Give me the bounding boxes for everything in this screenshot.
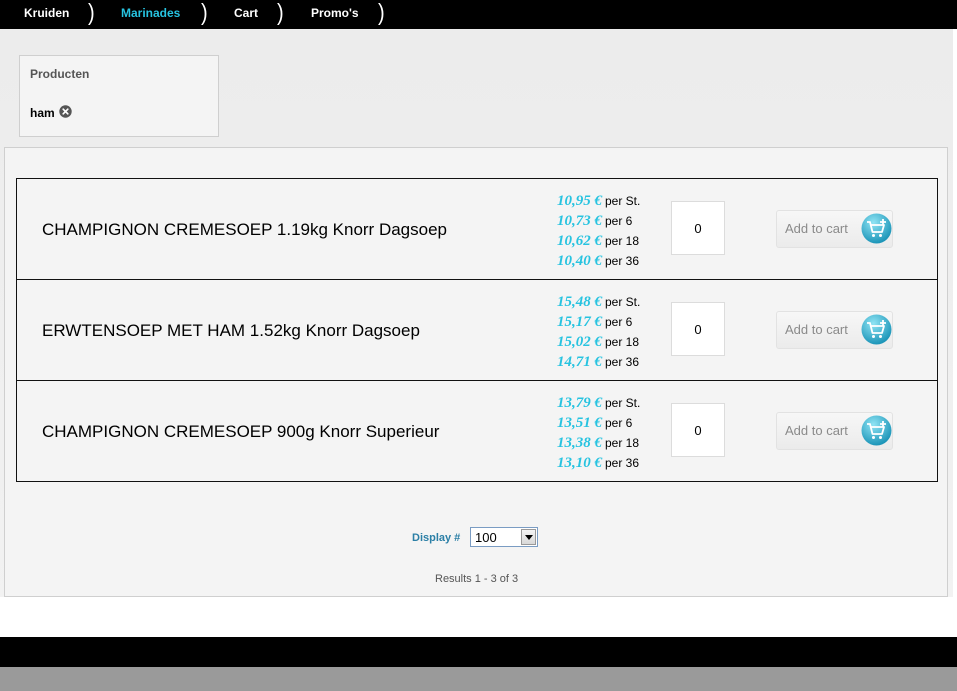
price-unit: per 36	[605, 254, 640, 268]
price-tier: 15,17 € per 6	[537, 312, 639, 332]
price-unit: per 18	[605, 436, 640, 450]
cart-plus-icon	[861, 415, 892, 446]
price-unit: per 6	[605, 416, 633, 430]
price-tiers: 13,79 € per St. 13,51 € per 6 13,38 € per 1…	[537, 393, 641, 473]
quantity-input[interactable]	[671, 201, 725, 255]
price-value: 13,10 €	[557, 455, 602, 471]
chevron-down-icon[interactable]	[521, 529, 536, 545]
price-tier: 15,02 € per 18	[537, 332, 639, 352]
display-count-label: Display #	[412, 532, 461, 544]
price-unit: per 36	[605, 355, 640, 369]
price-unit: per 36	[605, 456, 640, 470]
price-tier: 10,73 € per 6	[537, 211, 639, 231]
price-tier: 13,38 € per 18	[537, 433, 639, 453]
filter-title: Producten	[30, 67, 90, 81]
add-to-cart-button[interactable]: Add to cart	[776, 412, 893, 450]
price-value: 10,62 €	[557, 233, 602, 249]
price-unit: per 18	[605, 234, 640, 248]
cart-plus-icon	[861, 213, 892, 244]
nav-item-kruiden[interactable]: Kruiden	[24, 0, 69, 29]
add-to-cart-label: Add to cart	[785, 322, 848, 337]
product-row: CHAMPIGNON CREMESOEP 1.19kg Knorr Dagsoe…	[17, 179, 937, 279]
price-unit: per St.	[605, 396, 641, 410]
price-tier: 15,48 € per St.	[537, 292, 641, 312]
product-name[interactable]: CHAMPIGNON CREMESOEP 1.19kg Knorr Dagsoe…	[42, 220, 447, 240]
price-unit: per 6	[605, 315, 633, 329]
product-row: CHAMPIGNON CREMESOEP 900g Knorr Superieu…	[17, 381, 937, 481]
footer-bar	[0, 637, 957, 667]
add-to-cart-button[interactable]: Add to cart	[776, 311, 893, 349]
product-row: ERWTENSOEP MET HAM 1.52kg Knorr Dagsoep …	[17, 280, 937, 380]
product-name[interactable]: CHAMPIGNON CREMESOEP 900g Knorr Superieu…	[42, 422, 439, 442]
nav-item-promos[interactable]: Promo's	[311, 0, 359, 29]
price-tiers: 10,95 € per St. 10,73 € per 6 10,62 € per 1…	[537, 191, 641, 271]
price-tier: 10,95 € per St.	[537, 191, 641, 211]
footer-bottom	[0, 667, 957, 691]
price-value: 13,79 €	[557, 395, 602, 411]
price-value: 13,38 €	[557, 435, 602, 451]
nav-separator: )	[378, 0, 385, 26]
price-tier: 10,40 € per 36	[537, 251, 639, 271]
product-name[interactable]: ERWTENSOEP MET HAM 1.52kg Knorr Dagsoep	[42, 321, 420, 341]
nav-separator: )	[201, 0, 208, 26]
page-edge	[953, 29, 957, 637]
cart-plus-icon	[861, 314, 892, 345]
price-tier: 13,10 € per 36	[537, 453, 639, 473]
product-table: CHAMPIGNON CREMESOEP 1.19kg Knorr Dagsoe…	[16, 178, 938, 482]
add-to-cart-label: Add to cart	[785, 423, 848, 438]
price-value: 10,73 €	[557, 213, 602, 229]
price-value: 13,51 €	[557, 415, 602, 431]
filter-chip-label: ham	[30, 106, 55, 120]
price-value: 15,02 €	[557, 334, 602, 350]
price-value: 15,17 €	[557, 314, 602, 330]
add-to-cart-button[interactable]: Add to cart	[776, 210, 893, 248]
price-unit: per 6	[605, 214, 633, 228]
price-tier: 14,71 € per 36	[537, 352, 639, 372]
price-value: 10,95 €	[557, 193, 602, 209]
display-count-value: 100	[475, 530, 497, 545]
price-tier: 13,51 € per 6	[537, 413, 639, 433]
nav-separator: )	[277, 0, 284, 26]
price-unit: per 18	[605, 335, 640, 349]
price-tier: 13,79 € per St.	[537, 393, 641, 413]
footer-spacer	[0, 597, 957, 637]
quantity-input[interactable]	[671, 403, 725, 457]
results-panel: CHAMPIGNON CREMESOEP 1.19kg Knorr Dagsoe…	[4, 147, 948, 597]
price-tier: 10,62 € per 18	[537, 231, 639, 251]
top-nav-bar: Kruiden ) Marinades ) Cart ) Promo's )	[0, 0, 957, 29]
price-unit: per St.	[605, 295, 641, 309]
price-value: 10,40 €	[557, 253, 602, 269]
price-unit: per St.	[605, 194, 641, 208]
add-to-cart-label: Add to cart	[785, 221, 848, 236]
nav-separator: )	[88, 0, 95, 26]
price-value: 15,48 €	[557, 294, 602, 310]
close-circle-icon[interactable]	[59, 105, 72, 118]
price-tiers: 15,48 € per St. 15,17 € per 6 15,02 € per 1…	[537, 292, 641, 372]
nav-item-marinades[interactable]: Marinades	[121, 0, 180, 29]
price-value: 14,71 €	[557, 354, 602, 370]
results-count: Results 1 - 3 of 3	[435, 573, 519, 585]
display-count-select[interactable]: 100	[470, 527, 538, 547]
quantity-input[interactable]	[671, 302, 725, 356]
nav-item-cart[interactable]: Cart	[234, 0, 258, 29]
active-filter-panel: Producten ham	[19, 55, 219, 137]
